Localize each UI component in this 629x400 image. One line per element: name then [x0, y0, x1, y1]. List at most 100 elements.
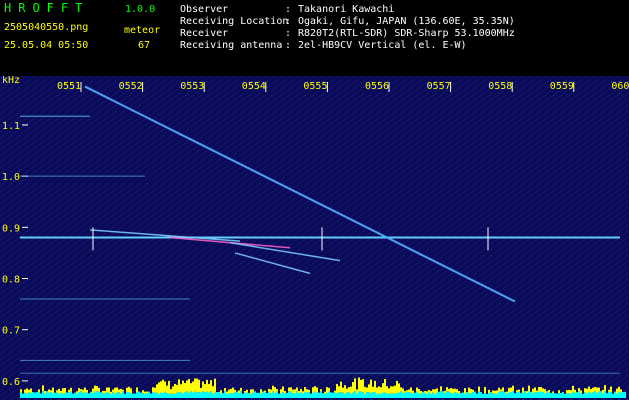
- activity-bar-base: [388, 393, 390, 398]
- activity-bar-peak: [188, 378, 190, 393]
- activity-bar-peak: [260, 389, 262, 394]
- activity-bar-base: [60, 392, 62, 398]
- activity-bar-peak: [80, 389, 82, 392]
- activity-bar-peak: [224, 388, 226, 392]
- activity-bar-base: [548, 392, 550, 398]
- activity-bar-peak: [434, 389, 436, 394]
- activity-bar-base: [406, 391, 408, 398]
- activity-bar-base: [40, 393, 42, 398]
- activity-bar-base: [458, 393, 460, 398]
- activity-bar-peak: [452, 388, 454, 394]
- activity-bar-peak: [516, 390, 518, 392]
- activity-bar-base: [132, 393, 134, 398]
- activity-bar-base: [292, 393, 294, 398]
- activity-bar-peak: [156, 384, 158, 393]
- activity-bar-base: [596, 392, 598, 398]
- activity-bar-base: [518, 391, 520, 398]
- activity-bar-base: [82, 392, 84, 398]
- activity-bar-base: [416, 391, 418, 398]
- activity-bar-base: [472, 392, 474, 398]
- activity-bar-peak: [406, 390, 408, 392]
- activity-bar-base: [560, 392, 562, 398]
- activity-bar-base: [508, 392, 510, 398]
- activity-bar-base: [502, 391, 504, 398]
- activity-bar-base: [306, 392, 308, 398]
- activity-bar-base: [218, 391, 220, 398]
- activity-bar-peak: [488, 389, 490, 394]
- activity-bar-base: [456, 392, 458, 398]
- activity-bar-peak: [616, 388, 618, 394]
- activity-bar-peak: [334, 390, 336, 393]
- activity-bar-base: [572, 391, 574, 398]
- activity-bar-base: [290, 391, 292, 398]
- activity-bar-peak: [298, 390, 300, 393]
- activity-bar-base: [112, 392, 114, 398]
- activity-bar-peak: [572, 385, 574, 392]
- activity-bar-base: [558, 393, 560, 398]
- activity-bar-base: [542, 391, 544, 398]
- activity-bar-base: [86, 392, 88, 398]
- activity-bar-peak: [620, 389, 622, 393]
- activity-bar-peak: [344, 385, 346, 394]
- y-tick-label: 1.0: [2, 172, 20, 183]
- activity-bar-peak: [288, 387, 290, 392]
- activity-bar-base: [148, 391, 150, 398]
- activity-bar-base: [30, 393, 32, 398]
- activity-bar-base: [404, 392, 406, 398]
- activity-bar-base: [278, 393, 280, 398]
- activity-bar-peak: [82, 389, 84, 393]
- activity-bar-base: [150, 393, 152, 398]
- activity-bar-base: [100, 392, 102, 398]
- activity-bar-peak: [380, 387, 382, 394]
- activity-bar-peak: [404, 391, 406, 393]
- activity-bar-base: [554, 393, 556, 398]
- activity-bar-peak: [376, 387, 378, 394]
- activity-bar-base: [538, 391, 540, 398]
- x-tick-label: 0554: [242, 81, 266, 92]
- activity-bar-base: [350, 393, 352, 398]
- activity-bar-peak: [542, 388, 544, 392]
- activity-bar-base: [90, 391, 92, 398]
- activity-bar-peak: [306, 389, 308, 393]
- x-tick-label: 0555: [303, 81, 327, 92]
- activity-bar-base: [488, 393, 490, 398]
- activity-bar-base: [266, 392, 268, 398]
- activity-bar-base: [366, 392, 368, 398]
- activity-bar-base: [216, 392, 218, 398]
- receiver-value: R820T2(RTL-SDR) SDR-Sharp 53.1000MHz: [298, 28, 515, 39]
- activity-bar-base: [168, 393, 170, 398]
- activity-bar-base: [256, 392, 258, 398]
- activity-bar-peak: [596, 387, 598, 393]
- activity-bar-peak: [116, 387, 118, 393]
- activity-bar-peak: [202, 381, 204, 392]
- activity-bar-peak: [240, 387, 242, 392]
- activity-bar-base: [188, 392, 190, 398]
- activity-bar-base: [322, 393, 324, 398]
- activity-bar-base: [526, 393, 528, 398]
- activity-bar-peak: [540, 387, 542, 392]
- activity-bar-peak: [588, 386, 590, 392]
- activity-bar-peak: [174, 383, 176, 394]
- activity-bar-peak: [168, 380, 170, 394]
- activity-bar-base: [76, 393, 78, 398]
- activity-bar-peak: [502, 387, 504, 392]
- activity-bar-base: [426, 393, 428, 398]
- activity-bar-peak: [538, 387, 540, 392]
- activity-bar-base: [32, 392, 34, 398]
- activity-bar-base: [410, 392, 412, 398]
- activity-bar-base: [460, 392, 462, 398]
- activity-bar-base: [114, 393, 116, 398]
- activity-bar-base: [284, 393, 286, 398]
- activity-bar-base: [474, 391, 476, 398]
- activity-bar-peak: [76, 391, 78, 394]
- activity-bar-peak: [172, 386, 174, 394]
- activity-bar-base: [140, 392, 142, 398]
- activity-bar-peak: [268, 388, 270, 392]
- activity-bar-peak: [176, 384, 178, 393]
- activity-bar-base: [192, 392, 194, 398]
- activity-bar-base: [594, 391, 596, 398]
- activity-bar-peak: [506, 391, 508, 394]
- activity-bar-peak: [518, 389, 520, 392]
- activity-bar-base: [196, 392, 198, 398]
- activity-bar-peak: [114, 387, 116, 394]
